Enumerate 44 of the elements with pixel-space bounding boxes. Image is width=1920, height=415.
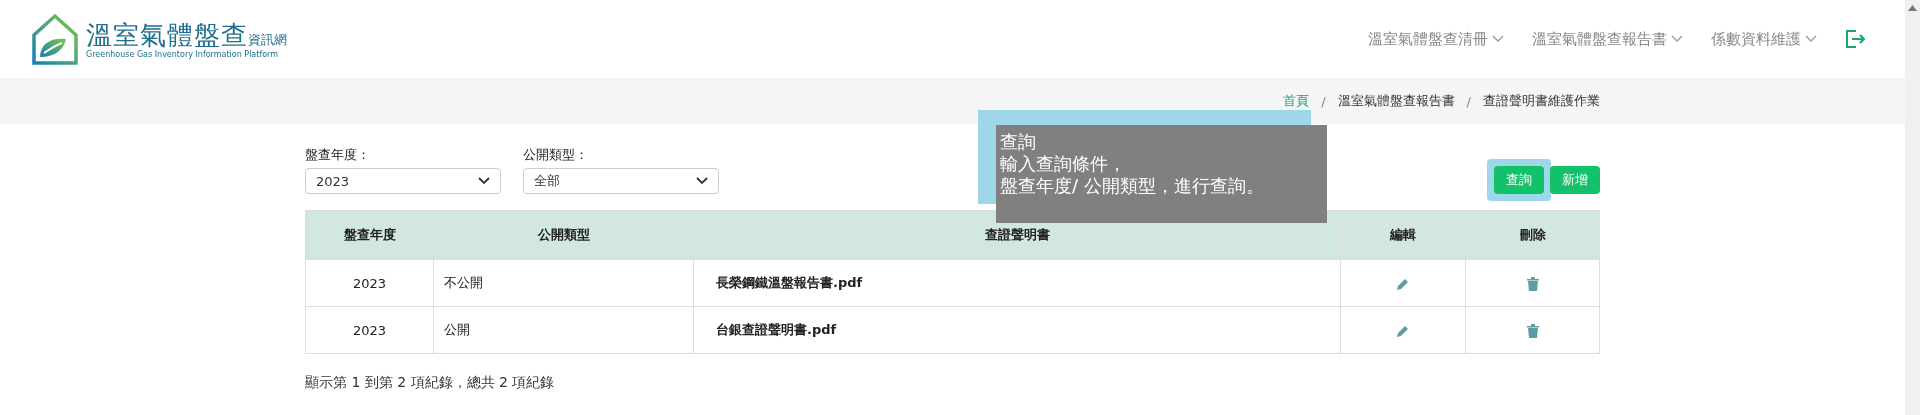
breadcrumb-item: 溫室氣體盤查報告書 [1337,92,1455,110]
column-header: 編輯 [1340,210,1466,260]
logout-icon[interactable] [1845,30,1865,48]
logo-subtitle: Greenhouse Gas Inventory Information Platform [86,49,280,59]
column-header: 公開類型 [433,210,694,260]
table-cell: 2023 [305,306,434,354]
breadcrumb-separator: / [1321,93,1326,109]
nav-menu-item[interactable]: 溫室氣體盤查報告書 [1532,29,1683,49]
action-button[interactable]: 查詢 [1494,166,1544,194]
scrollbar[interactable] [1905,0,1920,415]
tooltip-title: 查詢 [1000,131,1037,153]
table-cell: 不公開 [433,259,694,307]
filter-select[interactable]: 全部 [523,168,719,194]
filter-select[interactable]: 2023 [305,168,501,194]
record-summary: 顯示第 1 到第 2 項紀錄，總共 2 項紀錄 [305,374,556,392]
chevron-down-icon [478,177,490,185]
chevron-down-icon [1492,35,1504,43]
chevron-down-icon [1805,35,1817,43]
action-button[interactable]: 新增 [1550,166,1600,194]
filter-label: 公開類型： [523,146,589,164]
file-link[interactable]: 台銀查證聲明書.pdf [693,306,1341,354]
tooltip-text: 輸入查詢條件， [1000,153,1127,175]
trash-icon[interactable] [1526,276,1539,291]
chevron-down-icon [1671,35,1683,43]
house-leaf-logo-icon [30,13,80,65]
nav-menu-item[interactable]: 係數資料維護 [1711,29,1817,49]
filter-label: 盤查年度： [305,146,371,164]
pencil-icon[interactable] [1396,323,1410,338]
breadcrumb-link[interactable]: 首頁 [1283,92,1310,110]
column-header: 刪除 [1465,210,1600,260]
file-link[interactable]: 長榮鋼鐵溫盤報告書.pdf [693,259,1341,307]
column-header: 盤查年度 [305,210,434,260]
table-cell: 公開 [433,306,694,354]
breadcrumb-separator: / [1466,93,1471,109]
tooltip-text: 盤查年度/ 公開類型，進行查詢。 [1000,175,1265,197]
logo-title: 溫室氣體盤查 [86,19,248,50]
trash-icon[interactable] [1526,323,1539,338]
scroll-up-icon[interactable] [1908,4,1917,12]
chevron-down-icon [696,177,708,185]
table-cell: 2023 [305,259,434,307]
nav-menu-item[interactable]: 溫室氣體盤查清冊 [1368,29,1504,49]
logo-suffix: 資訊網 [248,31,287,47]
pencil-icon[interactable] [1396,276,1410,291]
breadcrumb-item: 查證聲明書維護作業 [1483,92,1600,110]
